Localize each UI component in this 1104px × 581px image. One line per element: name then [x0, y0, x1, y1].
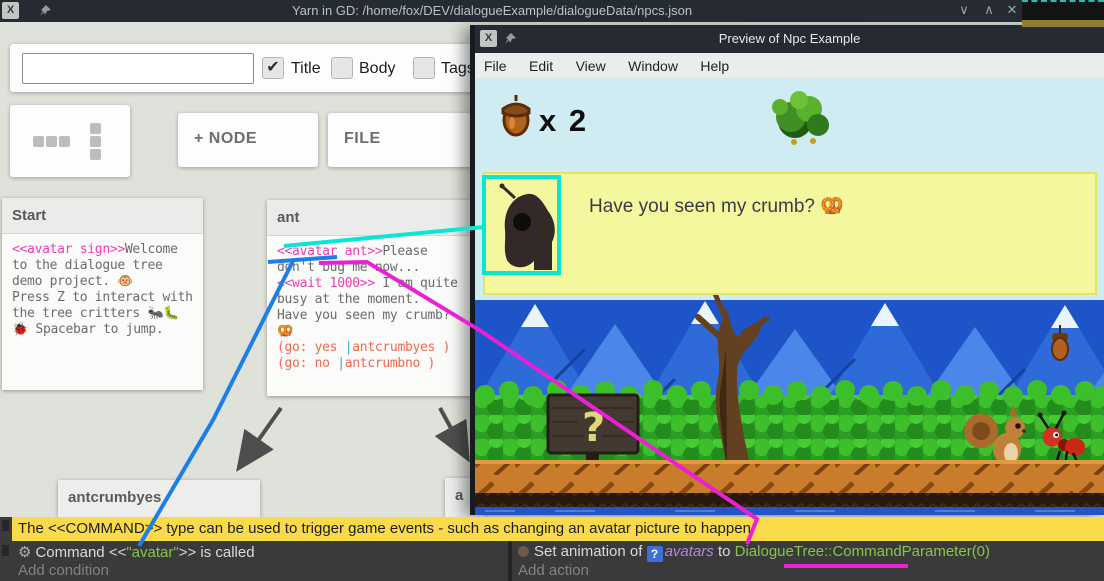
screen: ✔ Title Body Tags + NODE FILE Start: [0, 0, 1104, 581]
game-viewport[interactable]: ?: [475, 79, 1104, 515]
file-button[interactable]: FILE: [328, 113, 474, 167]
filter-title-checkbox[interactable]: ✔: [262, 57, 284, 79]
filter-tags-checkbox[interactable]: [413, 57, 435, 79]
menu-view[interactable]: View: [567, 53, 615, 74]
file-button-label: FILE: [344, 130, 381, 148]
node-start-header[interactable]: Start: [2, 198, 203, 234]
command-hint-banner: The <<COMMAND>> type can be used to trig…: [12, 517, 1104, 541]
node-start-body: <<avatar sign>>Welcome to the dialogue t…: [2, 234, 203, 346]
add-action-button[interactable]: Add action: [518, 562, 589, 579]
animation-action-icon: [518, 546, 529, 557]
filter-title-label: Title: [291, 60, 321, 78]
go-yes-text: (go: yes: [277, 340, 345, 355]
yarn-window-title: Yarn in GD: /home/fox/DEV/dialogueExampl…: [0, 3, 984, 18]
action-parameter-expression: DialogueTree::CommandParameter(0): [735, 543, 990, 560]
dialogue-avatar-image: [494, 182, 563, 271]
menu-file[interactable]: File: [475, 53, 516, 74]
command-condition-icon: ⚙: [18, 544, 31, 561]
command-avatar-sign: <<avatar sign>>: [12, 242, 125, 257]
search-toolbar: ✔ Title Body Tags: [10, 44, 485, 92]
node-ant-header[interactable]: ant: [267, 200, 473, 236]
add-node-label: + NODE: [194, 130, 257, 148]
menu-edit[interactable]: Edit: [520, 53, 562, 74]
object-help-badge-icon: ?: [647, 546, 663, 562]
search-input[interactable]: [22, 53, 254, 84]
event-action-panel[interactable]: Set animation of ?avatars to DialogueTre…: [512, 541, 1104, 581]
layout-toggle-card: [10, 105, 130, 177]
condition-command-name: "avatar": [126, 544, 178, 561]
hint-text: The <<COMMAND>> type can be used to trig…: [18, 520, 751, 537]
condition-prefix: Command <<: [35, 544, 126, 561]
hud-item-count: x 2: [539, 103, 588, 139]
preview-window: X Preview of Npc Example File Edit View …: [470, 25, 1104, 515]
node-ant-body: <<avatar ant>>Please don't bug me now...…: [267, 236, 473, 380]
node-ant-title: ant: [267, 200, 473, 226]
go-no-pipe: |: [337, 356, 345, 371]
sign-question-text: ?: [582, 405, 605, 451]
action-object-name: avatars: [665, 543, 714, 560]
add-node-button[interactable]: + NODE: [178, 113, 318, 167]
node-start[interactable]: Start <<avatar sign>>Welcome to the dial…: [2, 198, 203, 390]
game-scene: ?: [475, 79, 1104, 515]
filter-body-checkbox[interactable]: [331, 57, 353, 79]
go-no-target: antcrumbno ): [345, 356, 435, 371]
command-wait: <<wait 1000>>: [277, 276, 375, 291]
yarn-window-titlebar[interactable]: X Yarn in GD: /home/fox/DEV/dialogueExam…: [0, 0, 1104, 22]
event-sheet-edge-strip: [0, 517, 12, 581]
action-mid: to: [714, 543, 735, 560]
node-antcrumbyes[interactable]: antcrumbyes: [58, 480, 260, 517]
background-window-fragment: [1022, 0, 1104, 25]
filter-body-label: Body: [359, 60, 395, 78]
event-condition-panel[interactable]: ⚙Command <<"avatar">> is called Add cond…: [12, 541, 508, 581]
go-no-text: (go: no: [277, 356, 337, 371]
minimize-icon[interactable]: ∨: [954, 2, 974, 18]
node-start-title: Start: [2, 198, 203, 224]
check-icon: ✔: [266, 59, 279, 76]
add-condition-button[interactable]: Add condition: [18, 562, 109, 579]
ant-text-3: Have you seen my crumb? 🥨: [277, 308, 450, 339]
preview-window-title: Preview of Npc Example: [475, 31, 1104, 46]
command-avatar-ant: <<avatar ant>>: [277, 244, 382, 259]
condition-suffix: >> is called: [179, 544, 255, 561]
node-ant[interactable]: ant <<avatar ant>>Please don't bug me no…: [267, 200, 473, 396]
dialogue-text: Have you seen my crumb? 🥨: [589, 194, 844, 218]
log-ground: [475, 460, 1104, 515]
preview-menubar: File Edit View Window Help: [475, 53, 1104, 79]
close-icon[interactable]: ✕: [1002, 2, 1022, 18]
start-text-2: Press Z to interact with the tree critte…: [12, 290, 193, 337]
action-prefix: Set animation of: [534, 543, 647, 560]
go-yes-target: antcrumbyes ): [352, 340, 450, 355]
node-antcrumbyes-title: antcrumbyes: [58, 480, 260, 506]
dialogue-box: Have you seen my crumb? 🥨: [483, 172, 1097, 295]
condition-text: ⚙Command <<"avatar">> is called: [18, 543, 255, 561]
preview-titlebar[interactable]: X Preview of Npc Example: [475, 25, 1104, 53]
maximize-icon[interactable]: ∧: [979, 2, 999, 18]
action-text: Set animation of ?avatars to DialogueTre…: [518, 543, 990, 562]
menu-window[interactable]: Window: [619, 53, 687, 74]
menu-help[interactable]: Help: [691, 53, 738, 74]
